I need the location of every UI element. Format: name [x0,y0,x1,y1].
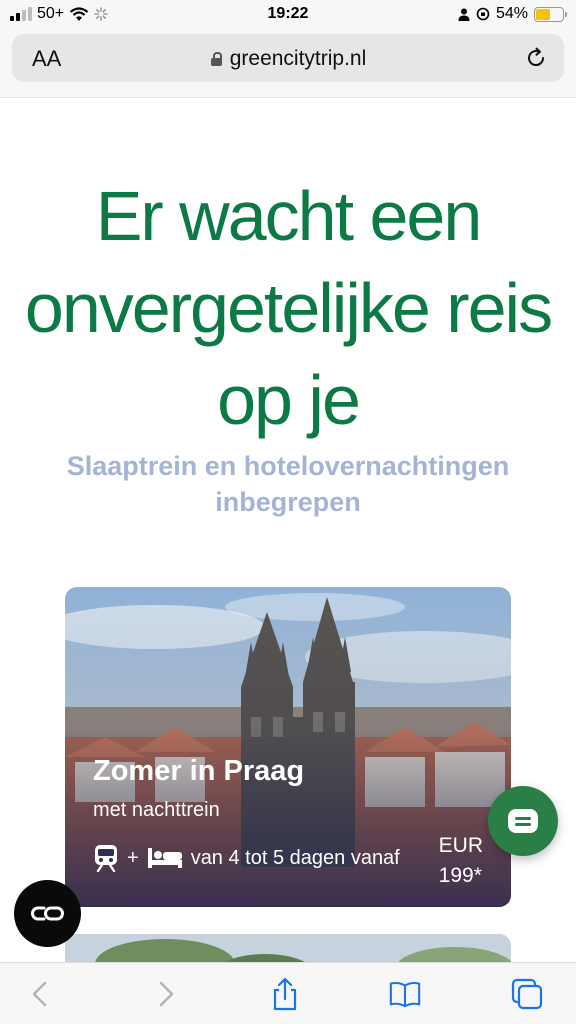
trip-duration: van 4 tot 5 dagen vanaf [190,846,400,869]
trip-title: Zomer in Praag [93,755,305,787]
trip-meta: + van 4 tot 5 dagen vanaf [93,844,400,872]
cookie-icon [31,906,64,921]
trip-card[interactable]: Zomer in Praag met nachttrein + van 4 to… [65,587,511,907]
trip-price: EUR 199* [439,831,483,891]
person-icon [458,8,470,21]
address-bar[interactable]: AA greencitytrip.nl [12,34,564,82]
back-icon[interactable] [24,977,58,1011]
url-field[interactable]: greencitytrip.nl [12,47,564,71]
chat-button[interactable] [488,786,558,856]
battery-percent: 54% [495,5,528,22]
trip-subtitle: met nachttrein [93,799,220,821]
tabs-icon[interactable] [510,977,544,1011]
browser-toolbar [0,962,576,1024]
lock-icon [210,52,222,66]
status-bar: 50+ 19:22 54% [0,0,576,30]
plus-sign: + [127,846,139,869]
reload-icon[interactable] [524,46,548,70]
price-amount: 199* [438,864,482,887]
price-currency: EUR [438,834,483,857]
orientation-lock-icon [476,7,490,21]
cookie-consent-button[interactable] [14,880,81,947]
url-text: greencitytrip.nl [229,47,367,70]
page-title: Er wacht een onvergetelijke reis op je [24,177,553,439]
page-subtitle: Slaaptrein en hotelovernachtingen inbegr… [66,451,510,517]
battery-icon [534,6,567,22]
status-right: 54% [458,5,567,23]
chat-icon [508,809,538,833]
browser-address-area: AA greencitytrip.nl [0,30,576,98]
forward-icon[interactable] [148,977,182,1011]
share-icon[interactable] [268,977,302,1011]
train-icon [95,845,117,872]
bed-icon [147,848,182,868]
bookmarks-icon[interactable] [388,977,422,1011]
